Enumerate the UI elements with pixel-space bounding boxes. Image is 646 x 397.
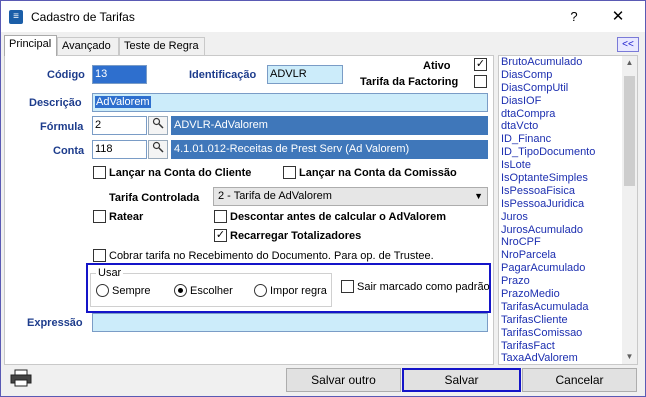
lancar-conta-cliente-checkbox[interactable] [93, 166, 106, 179]
usar-escolher-radio[interactable] [174, 284, 187, 297]
title-bar: ≡ Cadastro de Tarifas ? ✕ [1, 1, 645, 32]
cobrar-tarifa-label: Cobrar tarifa no Recebimento do Document… [109, 250, 434, 262]
conta-lookup-button[interactable] [148, 140, 168, 159]
usar-sempre-radio[interactable] [96, 284, 109, 297]
cobrar-tarifa-checkbox[interactable] [93, 249, 106, 262]
ativo-checkbox[interactable]: ✓ [474, 58, 487, 71]
cancelar-button[interactable]: Cancelar [522, 368, 637, 392]
variable-list-item[interactable]: IsLote [501, 159, 595, 172]
lancar-conta-cliente-label: Lançar na Conta do Cliente [109, 167, 252, 179]
ratear-label: Ratear [109, 211, 144, 223]
formula-name-field: ADVLR-AdValorem [171, 116, 488, 135]
button-bar: Salvar outro Salvar Cancelar [1, 366, 645, 396]
salvar-button[interactable]: Salvar [402, 368, 521, 392]
variable-list-item[interactable]: TaxaAdValorem [501, 352, 595, 364]
formula-code-field[interactable]: 2 [92, 116, 147, 135]
variable-list-item[interactable]: ID_Financ [501, 133, 595, 146]
variable-list-item[interactable]: TarifasFact [501, 340, 595, 353]
variable-list-item[interactable]: DiasComp [501, 69, 595, 82]
conta-code-field[interactable]: 118 [92, 140, 147, 159]
printer-icon[interactable] [7, 369, 35, 393]
recarregar-label: Recarregar Totalizadores [230, 230, 362, 242]
descricao-field[interactable]: AdValorem [92, 93, 488, 112]
sair-marcado-checkbox[interactable] [341, 280, 354, 293]
variable-list-item[interactable]: NroCPF [501, 236, 595, 249]
usar-sempre-label: Sempre [112, 285, 151, 297]
descontar-checkbox[interactable] [214, 210, 227, 223]
usar-impor-regra-radio[interactable] [254, 284, 267, 297]
variable-list-item[interactable]: TarifasCliente [501, 314, 595, 327]
descricao-label: Descrição [29, 97, 82, 109]
close-button[interactable]: ✕ [595, 5, 641, 29]
help-button[interactable]: ? [556, 5, 592, 29]
lancar-conta-comissao-label: Lançar na Conta da Comissão [299, 167, 457, 179]
conta-name-field: 4.1.01.012-Receitas de Prest Serv (Ad Va… [171, 140, 488, 159]
identificacao-label: Identificação [189, 69, 257, 81]
variable-list-item[interactable]: dtaVcto [501, 120, 595, 133]
variables-scrollbar[interactable]: ▲ ▼ [622, 56, 637, 364]
scroll-down-icon[interactable]: ▼ [622, 350, 637, 364]
app-icon: ≡ [9, 10, 23, 24]
variable-list-item[interactable]: NroParcela [501, 249, 595, 262]
scroll-thumb[interactable] [624, 76, 635, 186]
variable-list-item[interactable]: Prazo [501, 275, 595, 288]
tarifa-factoring-checkbox[interactable] [474, 75, 487, 88]
identificacao-field[interactable]: ADVLR [267, 65, 343, 84]
variable-list-item[interactable]: ID_TipoDocumento [501, 146, 595, 159]
variable-list-item[interactable]: IsPessoaFisica [501, 185, 595, 198]
scroll-up-icon[interactable]: ▲ [622, 56, 637, 70]
variable-list-item[interactable]: JurosAcumulado [501, 224, 595, 237]
variable-list-item[interactable]: DiasCompUtil [501, 82, 595, 95]
salvar-outro-button[interactable]: Salvar outro [286, 368, 401, 392]
variable-list-item[interactable]: PrazoMedio [501, 288, 595, 301]
magnifier-icon [152, 141, 164, 153]
printer-glyph [10, 369, 32, 387]
tab-principal[interactable]: Principal [4, 35, 57, 56]
variable-list-item[interactable]: dtaCompra [501, 108, 595, 121]
tab-avancado[interactable]: Avançado [57, 37, 119, 55]
variable-list-item[interactable]: TarifasComissao [501, 327, 595, 340]
dialog-window: ≡ Cadastro de Tarifas ? ✕ Principal Avan… [0, 0, 646, 397]
variable-list-item[interactable]: Juros [501, 211, 595, 224]
variable-list-item[interactable]: TarifasAcumulada [501, 301, 595, 314]
recarregar-checkbox[interactable]: ✓ [214, 229, 227, 242]
descontar-label: Descontar antes de calcular o AdValorem [230, 211, 447, 223]
magnifier-icon [152, 117, 164, 129]
usar-legend: Usar [96, 267, 124, 279]
expressao-field[interactable] [92, 313, 488, 332]
descricao-value: AdValorem [95, 96, 151, 108]
ratear-checkbox[interactable] [93, 210, 106, 223]
variable-list-item[interactable]: PagarAcumulado [501, 262, 595, 275]
codigo-label: Código [47, 69, 85, 81]
window-title: Cadastro de Tarifas [31, 10, 135, 24]
usar-escolher-label: Escolher [190, 285, 233, 297]
codigo-field[interactable]: 13 [92, 65, 147, 84]
variable-list-item[interactable]: IsOptanteSimples [501, 172, 595, 185]
variable-list-item[interactable]: DiasIOF [501, 95, 595, 108]
formula-lookup-button[interactable] [148, 116, 168, 135]
tab-teste-de-regra[interactable]: Teste de Regra [119, 37, 205, 55]
variable-list-item[interactable]: BrutoAcumulado [501, 56, 595, 69]
sair-marcado-label: Sair marcado como padrão [357, 281, 490, 293]
collapse-sidebar-button[interactable]: << [617, 37, 639, 52]
conta-label: Conta [53, 145, 85, 157]
ativo-label: Ativo [423, 60, 451, 72]
lancar-conta-comissao-checkbox[interactable] [283, 166, 296, 179]
expressao-label: Expressão [27, 317, 83, 329]
tarifa-controlada-value: 2 - Tarifa de AdValorem [218, 190, 332, 202]
usar-impor-regra-label: Impor regra [270, 285, 327, 297]
tarifa-controlada-label: Tarifa Controlada [109, 192, 200, 204]
tarifa-controlada-select[interactable]: 2 - Tarifa de AdValorem ▼ [213, 187, 488, 206]
formula-label: Fórmula [40, 121, 84, 133]
variable-list-item[interactable]: IsPessoaJuridica [501, 198, 595, 211]
tarifa-factoring-label: Tarifa da Factoring [360, 76, 459, 88]
chevron-down-icon: ▼ [474, 191, 483, 201]
variables-list: BrutoAcumulado DiasComp DiasCompUtil DiasIO… [498, 55, 638, 365]
